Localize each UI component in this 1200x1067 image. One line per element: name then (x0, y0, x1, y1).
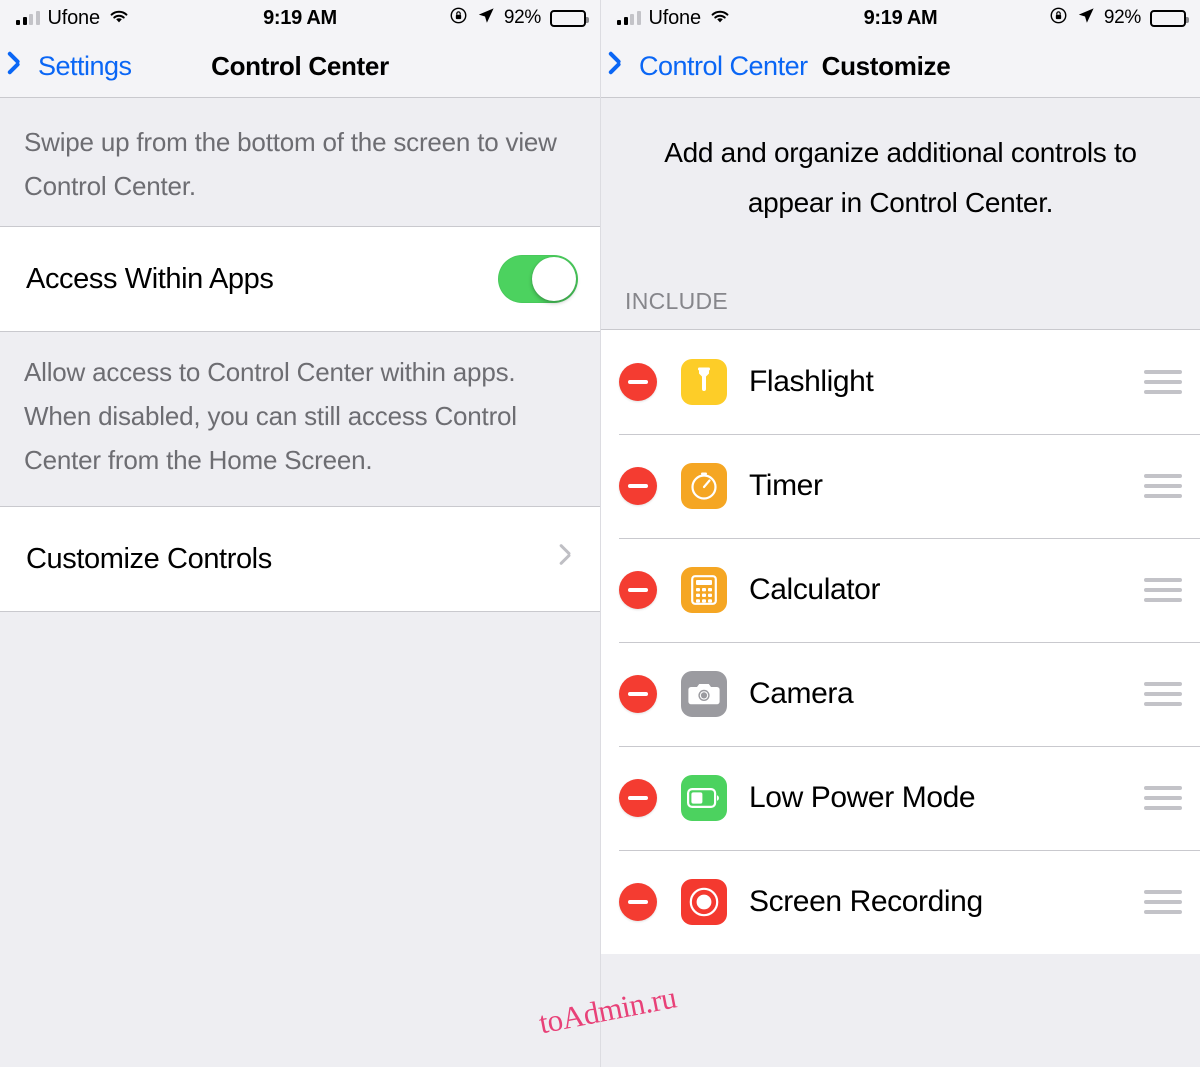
status-bar-left-group: Ufone (16, 7, 130, 30)
reorder-handle-icon[interactable] (1144, 578, 1182, 602)
list-item[interactable]: Camera (601, 642, 1200, 746)
toggle-knob (532, 257, 576, 301)
chevron-left-icon (16, 53, 32, 81)
back-button-settings[interactable]: Settings (16, 51, 132, 82)
reorder-handle-icon[interactable] (1144, 786, 1182, 810)
flashlight-icon (681, 359, 727, 405)
list-item-label: Flashlight (749, 365, 874, 398)
customize-content: Add and organize additional controls to … (601, 98, 1200, 1067)
reorder-handle-icon[interactable] (1144, 890, 1182, 914)
remove-minus-icon[interactable] (619, 675, 657, 713)
location-arrow-icon (1077, 7, 1095, 30)
list-item-label: Camera (749, 677, 854, 710)
reorder-handle-icon[interactable] (1144, 370, 1182, 394)
clock-label: 9:19 AM (863, 6, 938, 29)
rotation-lock-icon (1049, 6, 1068, 30)
battery-percent-label: 92% (1103, 7, 1141, 28)
list-item-label: Timer (749, 469, 823, 502)
camera-icon (681, 671, 727, 717)
battery-percent-label: 92% (503, 7, 541, 28)
reorder-handle-icon[interactable] (1144, 474, 1182, 498)
access-within-apps-toggle[interactable] (498, 255, 578, 303)
list-item-label: Calculator (749, 573, 881, 606)
carrier-label: Ufone (47, 6, 101, 29)
clock-label: 9:19 AM (263, 6, 337, 29)
signal-bars-icon (617, 11, 641, 25)
chevron-right-icon (559, 548, 572, 570)
remove-minus-icon[interactable] (619, 571, 657, 609)
access-within-apps-description: Allow access to Control Center within ap… (24, 357, 517, 475)
wifi-icon (709, 8, 731, 29)
customize-controls-label: Customize Controls (26, 542, 272, 575)
chevron-left-icon (617, 53, 633, 81)
battery-low-power-icon (681, 775, 727, 821)
customize-intro-text: Add and organize additional controls to … (664, 137, 1137, 218)
access-within-apps-row[interactable]: Access Within Apps (0, 227, 600, 331)
list-item[interactable]: Calculator (601, 538, 1200, 642)
wifi-icon (108, 8, 130, 29)
section-header-include: INCLUDE (625, 288, 729, 314)
calculator-icon (681, 567, 727, 613)
status-bar-right: Ufone 9:19 AM 92% (601, 0, 1200, 36)
right-phone-screen: Ufone 9:19 AM 92% Control Center Customi… (600, 0, 1200, 1067)
list-item[interactable]: Low Power Mode (601, 746, 1200, 850)
dual-screenshot-composite: Ufone 9:19 AM 92% Settings Control Cente… (0, 0, 1200, 1067)
list-item[interactable]: Timer (601, 434, 1200, 538)
remove-minus-icon[interactable] (619, 779, 657, 817)
status-bar-right-group: 92% (449, 6, 589, 30)
rotation-lock-icon (449, 6, 468, 30)
access-within-apps-label: Access Within Apps (26, 262, 274, 295)
list-item-label: Low Power Mode (749, 781, 976, 814)
record-circle-icon (681, 879, 727, 925)
carrier-label: Ufone (648, 6, 702, 29)
location-arrow-icon (477, 7, 495, 30)
remove-minus-icon[interactable] (619, 883, 657, 921)
nav-bar-left: Settings Control Center (0, 36, 600, 98)
page-title-right: Customize (821, 51, 951, 81)
back-button-label: Control Center (639, 51, 808, 81)
battery-icon (1150, 9, 1189, 27)
access-within-apps-group: Access Within Apps (0, 226, 600, 332)
back-button-label: Settings (38, 51, 132, 81)
list-item[interactable]: Screen Recording (601, 850, 1200, 954)
nav-bar-right: Control Center Customize (601, 36, 1200, 98)
include-list: Flashlight Timer Calculator Camera Low Power… (601, 329, 1200, 954)
signal-bars-icon (16, 11, 40, 25)
left-phone-screen: Ufone 9:19 AM 92% Settings Control Cente… (0, 0, 600, 1067)
list-item[interactable]: Flashlight (601, 330, 1200, 434)
remove-minus-icon[interactable] (619, 363, 657, 401)
timer-icon (681, 463, 727, 509)
reorder-handle-icon[interactable] (1144, 682, 1182, 706)
remove-minus-icon[interactable] (619, 467, 657, 505)
battery-icon (550, 9, 589, 27)
settings-content: Swipe up from the bottom of the screen t… (0, 98, 600, 1067)
list-item-label: Screen Recording (749, 885, 983, 918)
customize-controls-group: Customize Controls (0, 506, 600, 612)
status-bar-left: Ufone 9:19 AM 92% (0, 0, 600, 36)
back-button-control-center[interactable]: Control Center (617, 51, 808, 82)
status-bar-left-group: Ufone (617, 7, 731, 30)
control-center-hint-text: Swipe up from the bottom of the screen t… (24, 127, 557, 201)
customize-controls-row[interactable]: Customize Controls (0, 507, 600, 611)
status-bar-right-group: 92% (1049, 6, 1189, 30)
